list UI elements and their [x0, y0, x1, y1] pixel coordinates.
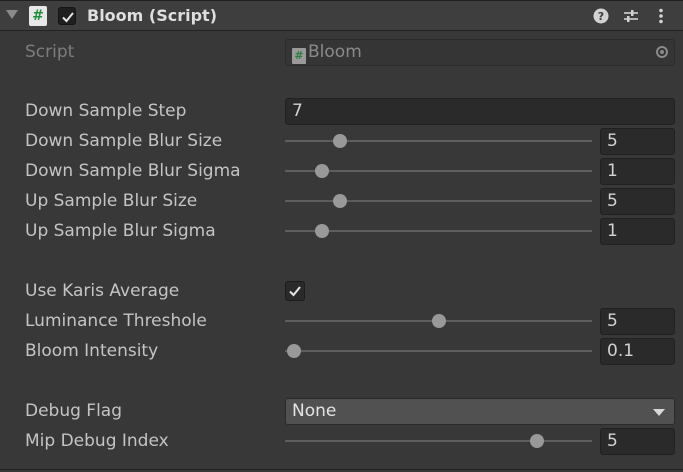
- mip-debug-index-label: Mip Debug Index: [25, 431, 169, 451]
- dropdown-arrow-icon: [653, 409, 665, 416]
- script-object-field[interactable]: # Bloom: [285, 39, 675, 66]
- bloom-intensity-label: Bloom Intensity: [25, 341, 159, 361]
- up-sample-blur-sigma-input[interactable]: 1: [600, 218, 675, 245]
- luminance-threshold-slider-thumb[interactable]: [431, 314, 446, 328]
- help-icon[interactable]: ?: [592, 7, 610, 25]
- up-sample-blur-size-label: Up Sample Blur Size: [25, 191, 198, 211]
- down-sample-blur-sigma-label: Down Sample Blur Sigma: [25, 161, 241, 181]
- mip-debug-index-input[interactable]: 5: [600, 428, 675, 455]
- down-sample-blur-size-label: Down Sample Blur Size: [25, 131, 223, 151]
- object-picker-icon[interactable]: [656, 46, 668, 58]
- down-sample-blur-size-slider-track[interactable]: [285, 140, 592, 142]
- mip-debug-index-slider-thumb[interactable]: [529, 434, 544, 448]
- up-sample-blur-size-slider-track[interactable]: [285, 200, 592, 202]
- luminance-threshold-row: Luminance Threshole 5: [0, 308, 683, 335]
- component-enabled-checkbox[interactable]: [58, 7, 76, 25]
- up-sample-blur-size-input[interactable]: 5: [600, 188, 675, 215]
- down-sample-blur-sigma-input[interactable]: 1: [600, 158, 675, 185]
- down-sample-blur-size-row: Down Sample Blur Size 5: [0, 128, 683, 155]
- mip-debug-index-row: Mip Debug Index 5: [0, 428, 683, 455]
- bloom-intensity-input[interactable]: 0.1: [600, 338, 675, 365]
- panel-bottom-divider: [0, 469, 683, 470]
- down-sample-blur-size-input[interactable]: 5: [600, 128, 675, 155]
- luminance-threshold-input[interactable]: 5: [600, 308, 675, 335]
- up-sample-blur-sigma-label: Up Sample Blur Sigma: [25, 221, 216, 241]
- presets-icon[interactable]: [622, 7, 640, 25]
- use-karis-average-checkbox[interactable]: [285, 281, 305, 301]
- up-sample-blur-sigma-slider-track[interactable]: [285, 230, 592, 232]
- script-row: Script # Bloom: [0, 39, 683, 66]
- kebab-menu-icon[interactable]: [652, 7, 670, 25]
- use-karis-average-label: Use Karis Average: [25, 281, 180, 301]
- script-object-value: Bloom: [308, 42, 362, 62]
- component-header[interactable]: # Bloom (Script) ?: [0, 1, 683, 31]
- mip-debug-index-slider-track[interactable]: [285, 440, 592, 442]
- checkmark-icon: [62, 12, 74, 23]
- luminance-threshold-label: Luminance Threshole: [25, 311, 207, 331]
- script-label: Script: [25, 42, 75, 62]
- svg-text:?: ?: [598, 10, 604, 23]
- csharp-script-icon: #: [29, 6, 47, 26]
- debug-flag-row: Debug Flag None: [0, 398, 683, 425]
- use-karis-average-row: Use Karis Average: [0, 278, 683, 304]
- up-sample-blur-sigma-slider-thumb[interactable]: [314, 224, 329, 238]
- down-sample-blur-sigma-slider-track[interactable]: [285, 170, 592, 172]
- up-sample-blur-sigma-row: Up Sample Blur Sigma 1: [0, 218, 683, 245]
- down-sample-blur-size-slider-thumb[interactable]: [333, 134, 348, 148]
- debug-flag-dropdown[interactable]: None: [285, 398, 675, 425]
- bloom-intensity-slider-thumb[interactable]: [287, 344, 302, 358]
- down-sample-blur-sigma-row: Down Sample Blur Sigma 1: [0, 158, 683, 185]
- component-title: Bloom (Script): [87, 6, 218, 25]
- debug-flag-label: Debug Flag: [25, 401, 123, 421]
- up-sample-blur-size-row: Up Sample Blur Size 5: [0, 188, 683, 215]
- down-sample-step-row: Down Sample Step 7: [0, 98, 683, 125]
- csharp-script-small-icon: #: [292, 48, 306, 64]
- down-sample-blur-sigma-slider-thumb[interactable]: [314, 164, 329, 178]
- checkmark-icon: [289, 286, 301, 297]
- bloom-intensity-slider-track[interactable]: [285, 350, 592, 352]
- down-sample-step-label: Down Sample Step: [25, 101, 187, 121]
- bloom-intensity-row: Bloom Intensity 0.1: [0, 338, 683, 365]
- up-sample-blur-size-slider-thumb[interactable]: [333, 194, 348, 208]
- down-sample-step-input[interactable]: 7: [285, 98, 675, 125]
- debug-flag-value: None: [292, 401, 337, 421]
- bloom-inspector-panel: # Bloom (Script) ? Script # Bloom Down S…: [0, 0, 683, 472]
- foldout-arrow-icon[interactable]: [6, 10, 18, 19]
